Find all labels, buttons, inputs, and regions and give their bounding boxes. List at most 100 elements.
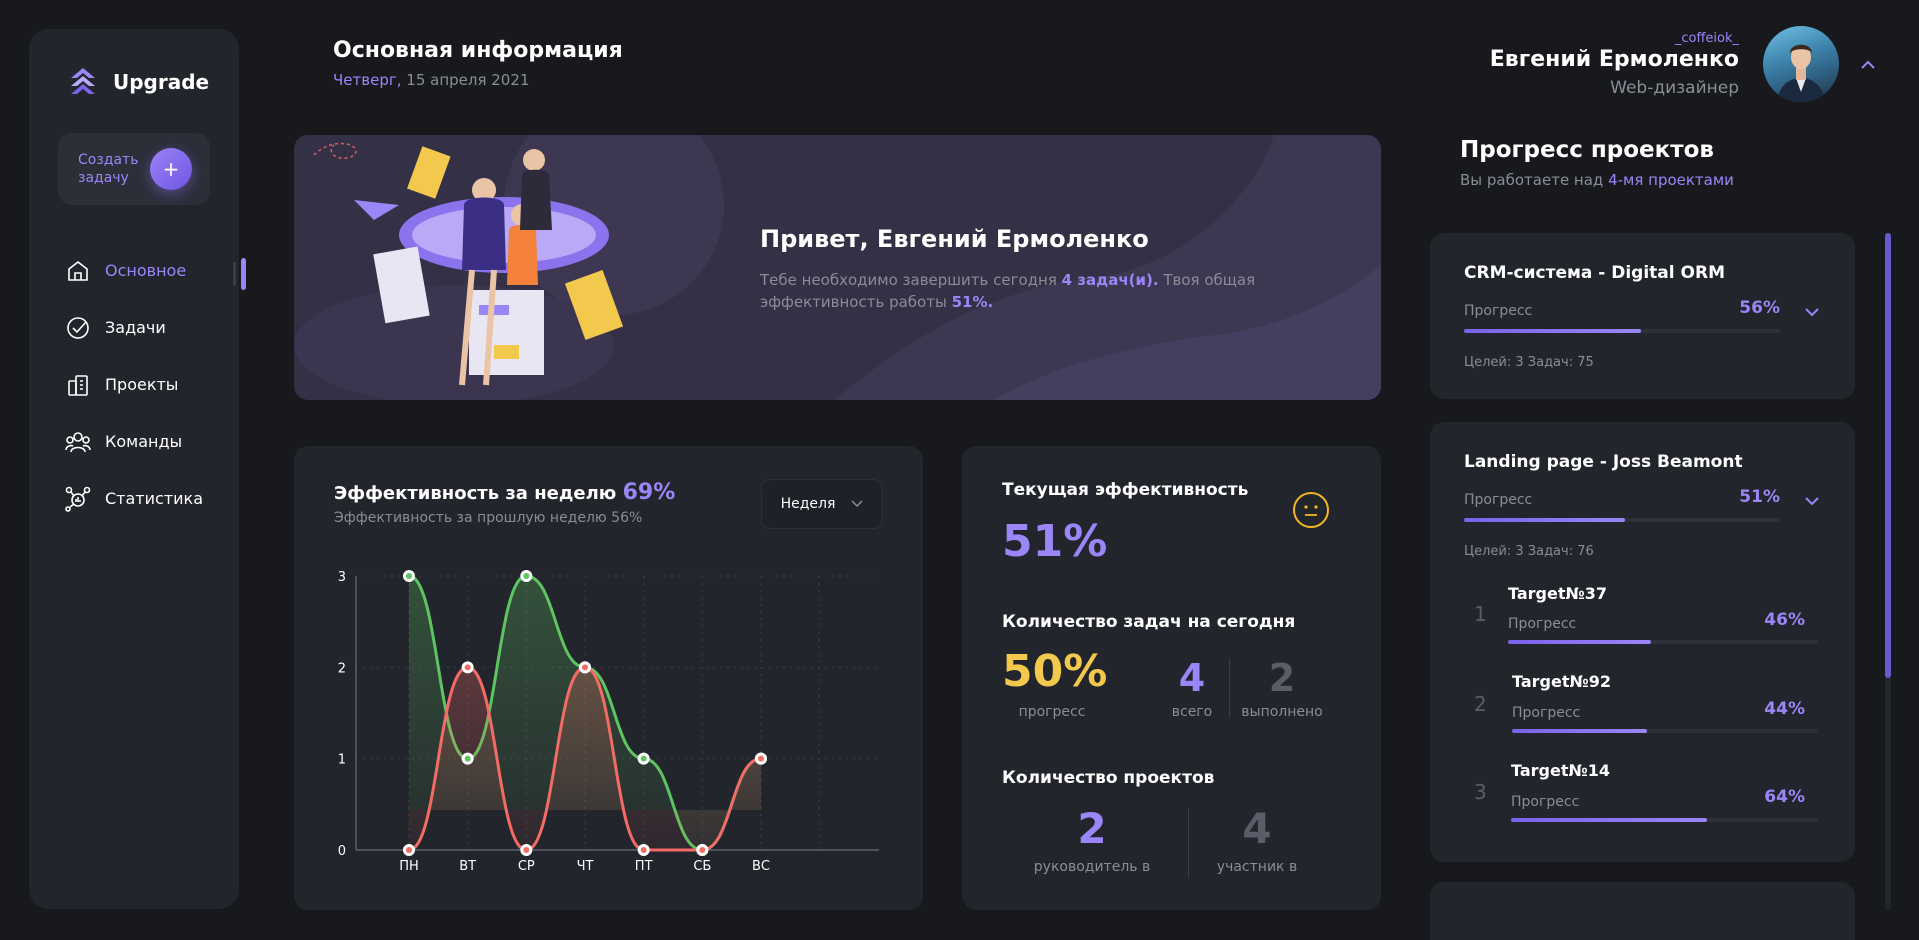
neutral-face-icon	[1293, 492, 1329, 528]
chevron-down-icon[interactable]	[1805, 305, 1819, 321]
create-task-label: Создать задачу	[78, 152, 139, 186]
hero-efficiency: 51%.	[951, 293, 994, 311]
plus-icon: +	[162, 157, 180, 181]
x-tick-label: ВС	[752, 859, 770, 874]
hero-banner: Привет, Евгений Ермоленко Тебе необходим…	[294, 135, 1381, 400]
page-date-value: 15 апреля 2021	[406, 71, 530, 89]
hero-illustration	[294, 135, 1381, 400]
target-number: 3	[1474, 780, 1487, 804]
projects-progress-header: Прогресс проектов Вы работаете над 4-мя …	[1460, 137, 1734, 189]
x-tick-label: ВТ	[459, 859, 476, 874]
chevron-down-icon[interactable]	[1805, 494, 1819, 510]
target-progress-fill	[1508, 640, 1651, 644]
projects-sub-before: Вы работаете над	[1460, 171, 1609, 189]
page-title: Основная информация	[333, 38, 623, 63]
x-tick-label: ПТ	[635, 859, 653, 874]
logo-icon	[71, 68, 95, 94]
scrollbar-thumb[interactable]	[1885, 233, 1891, 678]
project-progress-pct: 56%	[1739, 298, 1780, 318]
page-date-day: Четверг,	[333, 71, 402, 89]
target-progress-fill	[1512, 729, 1647, 733]
data-point-dot	[699, 847, 706, 853]
target-progress-fill	[1511, 818, 1708, 822]
x-tick-label: ПН	[399, 859, 419, 874]
sidebar-item-teams[interactable]: Команды	[65, 413, 239, 470]
target-progress-pct: 46%	[1764, 610, 1805, 630]
projects-progress-title: Прогресс проектов	[1460, 137, 1714, 163]
project-card[interactable]: Landing page - Joss Beamont Прогресс 51%…	[1430, 422, 1855, 862]
tasks-progress-label: прогресс	[1018, 704, 1086, 720]
projects-lead-label: руководитель в	[1033, 859, 1151, 875]
projects-count-title: Количество проектов	[1002, 768, 1215, 788]
project-card[interactable]: CRM-система - Digital ORM Прогресс 56% Ц…	[1430, 233, 1855, 399]
projects-progress-subtitle: Вы работаете над 4-мя проектами	[1460, 171, 1734, 189]
chart-building-icon	[65, 372, 91, 398]
data-point-dot	[523, 847, 530, 853]
tasks-done-label: выполнено	[1241, 704, 1323, 720]
team-icon	[65, 429, 91, 455]
target-number: 2	[1474, 692, 1487, 716]
sidebar-item-main[interactable]: Основное	[65, 242, 246, 299]
hero-text-before: Тебе необходимо завершить сегодня	[760, 271, 1062, 289]
check-circle-icon	[65, 315, 91, 341]
tasks-total-value: 4	[1178, 656, 1206, 700]
sidebar-item-label: Статистика	[105, 489, 203, 508]
projects-sub-count: 4-мя проектами	[1608, 171, 1734, 189]
sidebar-item-tasks[interactable]: Задачи	[65, 299, 239, 356]
active-marker	[241, 258, 246, 290]
home-icon	[65, 258, 91, 284]
x-tick-label: СБ	[693, 859, 711, 874]
target-progress-bar	[1508, 640, 1818, 644]
project-name: Landing page - Joss Beamont	[1464, 452, 1743, 472]
y-tick-label: 2	[338, 661, 346, 676]
data-point-dot	[523, 573, 530, 579]
project-name: CRM-система - Digital ORM	[1464, 263, 1725, 283]
tasks-progress-value: 50%	[1002, 646, 1108, 697]
target-progress-pct: 64%	[1764, 787, 1805, 807]
create-task-button[interactable]: +	[150, 148, 192, 190]
sidebar: Upgrade Создать задачу + Основное Задачи	[29, 29, 246, 909]
target-progress-pct: 44%	[1764, 699, 1805, 719]
user-info: _coffeiok_ Евгений Ермоленко Web-дизайне…	[1490, 31, 1739, 98]
user-profile[interactable]: _coffeiok_ Евгений Ермоленко Web-дизайне…	[1490, 26, 1875, 102]
project-progress-bar	[1464, 518, 1780, 522]
target-progress-label: Прогресс	[1508, 616, 1577, 632]
data-point-dot	[758, 755, 764, 762]
sidebar-nav: Основное Задачи Проекты Команды Статисти…	[65, 242, 246, 527]
projects-member-value: 4	[1242, 804, 1272, 853]
data-point-dot	[640, 755, 647, 762]
project-progress-fill	[1464, 518, 1626, 522]
chevron-up-icon[interactable]	[1861, 55, 1875, 74]
create-task-panel[interactable]: Создать задачу +	[58, 133, 210, 205]
avatar[interactable]	[1763, 26, 1839, 102]
target-number: 1	[1474, 602, 1487, 626]
logo-text: Upgrade	[113, 70, 210, 94]
project-progress-label: Прогресс	[1464, 492, 1533, 508]
data-point-dot	[640, 847, 647, 853]
target-name: Target№92	[1512, 672, 1612, 691]
data-point-dot	[406, 573, 412, 579]
projects-lead-value: 2	[1077, 804, 1107, 853]
efficiency-line-chart: 0 1 2 3 ПН ВТ СР ЧТ ПТ СБ ВС	[338, 570, 879, 874]
active-marker-shadow	[233, 262, 236, 286]
target-progress-label: Прогресс	[1511, 794, 1580, 810]
x-tick-label: СР	[518, 859, 535, 874]
sidebar-item-statistics[interactable]: Статистика	[65, 470, 239, 527]
tasks-today-title: Количество задач на сегодня	[1002, 612, 1296, 632]
current-efficiency-title: Текущая эффективность	[1002, 480, 1249, 500]
target-name: Target№14	[1511, 761, 1611, 780]
logo[interactable]: Upgrade	[67, 66, 209, 98]
project-card[interactable]	[1430, 882, 1855, 940]
data-point-dot	[464, 664, 471, 671]
data-point-dot	[406, 847, 412, 853]
hero-tasks-count: 4 задач(и).	[1061, 271, 1159, 289]
tasks-total-label: всего	[1171, 704, 1213, 720]
hero-text: Тебе необходимо завершить сегодня 4 зада…	[760, 269, 1260, 313]
tasks-done-value: 2	[1268, 656, 1296, 700]
sidebar-item-label: Задачи	[105, 318, 166, 337]
divider	[1188, 808, 1189, 878]
target-name: Target№37	[1508, 584, 1608, 603]
x-tick-label: ЧТ	[577, 859, 594, 874]
target-progress-label: Прогресс	[1512, 705, 1581, 721]
sidebar-item-projects[interactable]: Проекты	[65, 356, 239, 413]
